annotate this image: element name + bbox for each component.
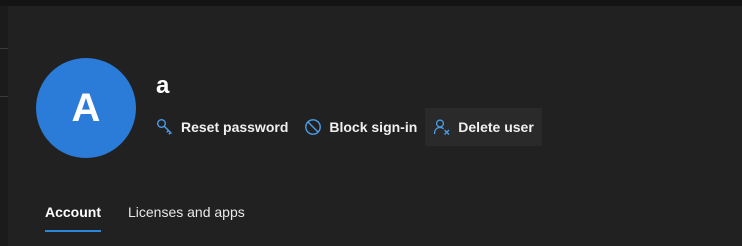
edge-divider	[0, 48, 8, 49]
tab-account-label: Account	[45, 204, 101, 220]
reset-password-label: Reset password	[181, 119, 289, 135]
block-sign-in-button[interactable]: Block sign-in	[296, 108, 425, 146]
delete-user-icon	[433, 118, 451, 136]
user-actions-toolbar: Reset password Block sign-in Delete user	[148, 108, 542, 146]
block-sign-in-label: Block sign-in	[329, 119, 418, 135]
tab-account[interactable]: Account	[36, 196, 110, 236]
left-edge-strip	[0, 6, 8, 246]
tab-licenses-label: Licenses and apps	[128, 204, 245, 220]
avatar-initial: A	[71, 85, 101, 130]
delete-user-button[interactable]: Delete user	[425, 108, 542, 146]
user-display-name: a	[156, 72, 170, 99]
delete-user-label: Delete user	[458, 119, 534, 135]
tab-licenses-and-apps[interactable]: Licenses and apps	[119, 196, 254, 236]
active-tab-indicator	[45, 230, 101, 232]
user-tabs: Account Licenses and apps	[36, 196, 263, 236]
key-icon	[156, 118, 174, 136]
reset-password-button[interactable]: Reset password	[148, 108, 296, 146]
edge-divider	[0, 96, 8, 97]
block-icon	[304, 118, 322, 136]
avatar: A	[36, 58, 136, 158]
